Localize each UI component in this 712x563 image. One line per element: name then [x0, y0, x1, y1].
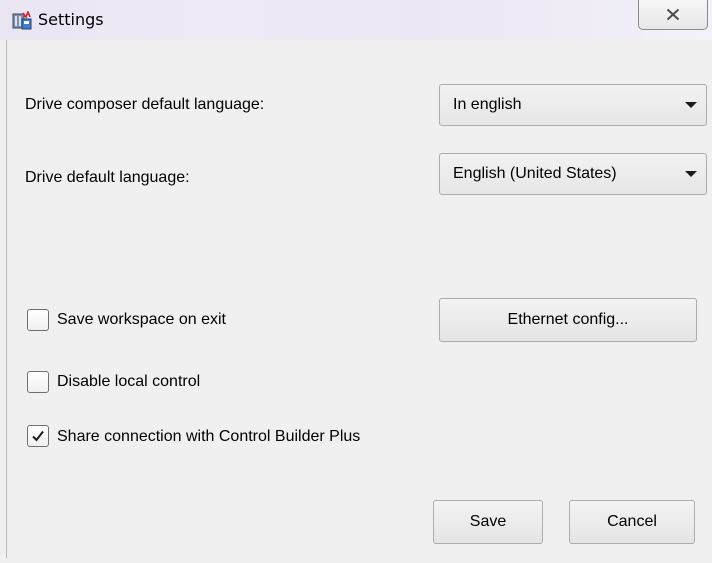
share-connection-label: Share connection with Control Builder Pl…	[57, 428, 361, 445]
save-workspace-checkbox[interactable]	[27, 309, 49, 331]
settings-app-icon	[12, 9, 32, 31]
checkmark-icon	[32, 430, 44, 442]
close-button[interactable]	[638, 0, 708, 30]
drive-language-value: English (United States)	[453, 165, 617, 182]
save-button[interactable]: Save	[433, 500, 543, 544]
settings-panel: Drive composer default language: In engl…	[6, 40, 710, 558]
ethernet-config-button[interactable]: Ethernet config...	[439, 298, 697, 342]
close-icon	[666, 8, 680, 21]
title-bar: Settings	[0, 0, 712, 40]
drive-language-label: Drive default language:	[25, 169, 190, 186]
chevron-down-icon	[685, 171, 697, 177]
composer-language-value: In english	[453, 96, 522, 113]
drive-language-dropdown[interactable]: English (United States)	[439, 153, 707, 195]
disable-local-control-checkbox[interactable]	[27, 371, 49, 393]
chevron-down-icon	[685, 102, 697, 108]
composer-language-dropdown[interactable]: In english	[439, 84, 707, 126]
disable-local-control-label: Disable local control	[57, 373, 201, 390]
settings-window: Settings Drive composer default language…	[0, 0, 712, 563]
save-workspace-label: Save workspace on exit	[57, 311, 226, 328]
window-title: Settings	[38, 10, 104, 29]
share-connection-checkbox[interactable]	[27, 425, 49, 447]
cancel-button[interactable]: Cancel	[569, 500, 695, 544]
composer-language-label: Drive composer default language:	[25, 96, 265, 113]
